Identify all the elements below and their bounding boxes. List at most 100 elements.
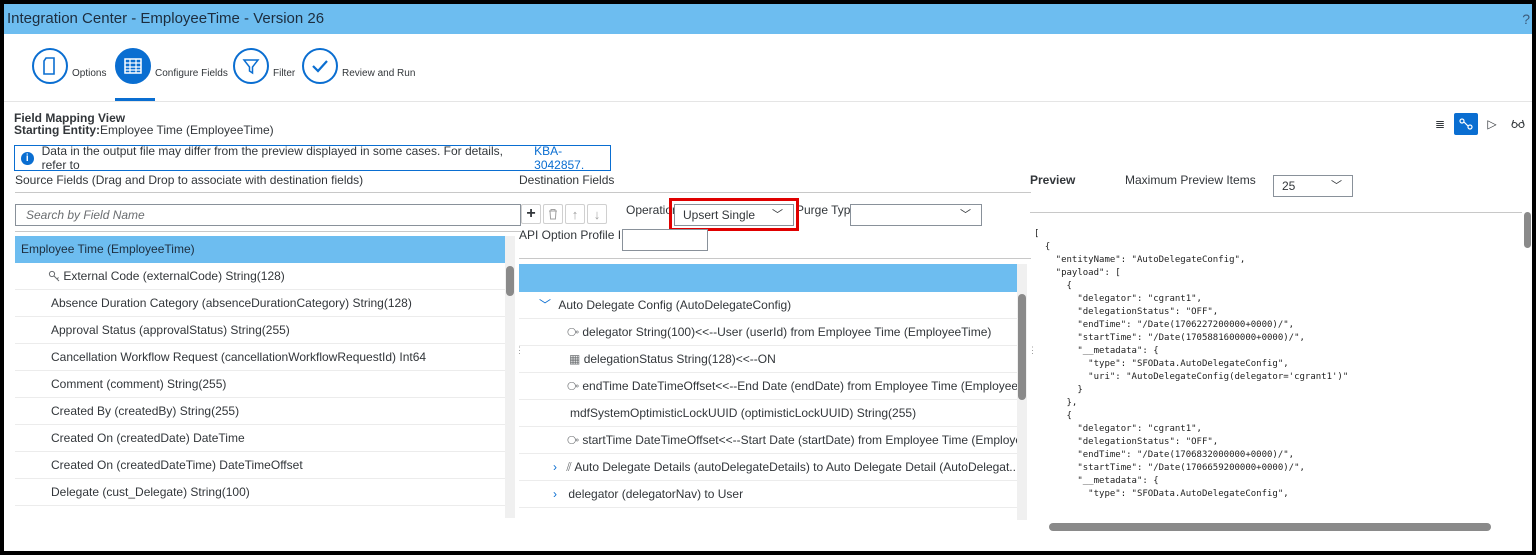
tree-node[interactable]: › ⫽ Auto Delegate Details (autoDelegateD…	[519, 454, 1017, 481]
step-options[interactable]: Options	[32, 46, 106, 86]
scrollbar-thumb[interactable]	[1524, 212, 1531, 248]
preview-json-line: "delegationStatus": "OFF",	[1034, 437, 1219, 447]
node-label: delegator (delegatorNav) to User	[568, 487, 744, 501]
preview-json-line: "__metadata": {	[1034, 346, 1159, 356]
source-search-input[interactable]: Search by Field Name	[15, 204, 521, 226]
info-message: Data in the output file may differ from …	[41, 144, 503, 172]
chevron-down-icon: ﹀	[960, 209, 971, 221]
preview-json-line: {	[1034, 411, 1072, 421]
source-fields-title: Source Fields (Drag and Drop to associat…	[15, 173, 364, 187]
help-icon[interactable]: ?	[1522, 4, 1530, 34]
purge-type-select[interactable]: ﹀	[850, 204, 982, 226]
preview-json-line: "startTime": "/Date(1705881600000+0000)/…	[1034, 333, 1305, 343]
list-item[interactable]: Absence Duration Category (absenceDurati…	[15, 290, 505, 317]
list-item[interactable]: ⧂ startTime DateTimeOffset<<--Start Date…	[519, 427, 1017, 454]
field-label: delegator String(100)<<--User (userId) f…	[582, 325, 992, 339]
preview-json-line: },	[1034, 398, 1078, 408]
step-configure-fields[interactable]: Configure Fields	[115, 46, 228, 101]
mapping-link-icon: ⧂	[567, 325, 580, 339]
filter-icon	[233, 48, 269, 84]
active-step-indicator	[115, 98, 155, 101]
preview-json-line: [	[1034, 229, 1040, 239]
list-item[interactable]: Created On (createdDateTime) DateTimeOff…	[15, 452, 505, 479]
info-message-strip: i Data in the output file may differ fro…	[14, 144, 611, 172]
document-icon	[32, 48, 68, 84]
chevron-down-icon[interactable]: ﹀	[539, 298, 551, 312]
tree-node[interactable]: › delegator (delegatorNav) to User	[519, 481, 1017, 508]
preview-json-line: "payload": [	[1034, 268, 1121, 278]
step-filter[interactable]: Filter	[233, 46, 295, 86]
divider	[1030, 212, 1530, 213]
step-review-and-run[interactable]: Review and Run	[302, 46, 415, 86]
divider	[15, 192, 521, 193]
preview-json-line: {	[1034, 242, 1051, 252]
destination-fields-title: Destination Fields	[519, 173, 615, 187]
mapping-link-icon: ⧂	[567, 379, 580, 393]
list-item[interactable]: External Code (externalCode) String(128)	[15, 263, 505, 290]
preview-title: Preview	[1030, 173, 1076, 187]
list-item[interactable]: Created By (createdBy) String(255)	[15, 398, 505, 425]
view-toolbar: ≣ ▷	[1428, 113, 1530, 135]
preview-json-line: "endTime": "/Date(1706832000000+0000)/",	[1034, 450, 1295, 460]
list-item[interactable]: Delegate (cust_Delegate) String(100)	[15, 479, 505, 506]
scrollbar-thumb[interactable]	[1018, 294, 1026, 400]
destination-toolbar: + ↑ ↓	[521, 204, 607, 224]
preview-json-line: "entityName": "AutoDelegateConfig",	[1034, 255, 1246, 265]
move-up-icon[interactable]: ↑	[565, 204, 585, 224]
key-icon	[48, 269, 63, 283]
preview-json-line: "__metadata": {	[1034, 476, 1159, 486]
node-label: Auto Delegate Config (AutoDelegateConfig…	[558, 298, 792, 312]
api-option-profile-input[interactable]	[622, 229, 708, 251]
preview-json-line: {	[1034, 281, 1072, 291]
starting-entity-label: Starting Entity:	[14, 123, 100, 137]
node-label: Auto Delegate Details (autoDelegateDetai…	[574, 460, 1017, 474]
list-item[interactable]: ▦ delegationStatus String(128)<<--ON	[519, 346, 1017, 373]
preview-json-line: "startTime": "/Date(1706659200000+0000)/…	[1034, 463, 1305, 473]
preview-json-line: "type": "SFOData.AutoDelegateConfig",	[1034, 359, 1289, 369]
destination-scrollbar[interactable]	[1017, 264, 1027, 520]
kba-link[interactable]: KBA-3042857.	[534, 144, 610, 172]
purge-type-label: Purge Type	[796, 203, 858, 217]
chevron-right-icon[interactable]: ›	[553, 487, 557, 501]
move-down-icon[interactable]: ↓	[587, 204, 607, 224]
highlight-box	[669, 198, 799, 231]
list-item[interactable]: Approval Status (approvalStatus) String(…	[15, 317, 505, 344]
step-label: Options	[72, 67, 107, 79]
table-icon	[115, 48, 151, 84]
chevron-down-icon: ﹀	[1331, 180, 1342, 192]
list-item[interactable]: ⧂ delegator String(100)<<--User (userId)…	[519, 319, 1017, 346]
field-label: External Code (externalCode) String(128)	[63, 269, 285, 283]
max-preview-select[interactable]: 25 ﹀	[1273, 175, 1353, 197]
preview-glasses-icon[interactable]	[1506, 113, 1530, 135]
preview-horizontal-scrollbar[interactable]	[1049, 523, 1491, 531]
list-item[interactable]: Cancellation Workflow Request (cancellat…	[15, 344, 505, 371]
preview-json-line: "delegator": "cgrant1",	[1034, 294, 1202, 304]
field-label: delegationStatus String(128)<<--ON	[583, 352, 776, 366]
list-item[interactable]: Created On (createdDate) DateTime	[15, 425, 505, 452]
chevron-right-icon[interactable]: ›	[553, 460, 557, 474]
tree-node[interactable]: ﹀ Auto Delegate Config (AutoDelegateConf…	[519, 292, 1017, 319]
preview-json-line: "delegationStatus": "OFF",	[1034, 307, 1219, 317]
preview-vertical-scrollbar[interactable]	[1522, 209, 1532, 521]
delete-icon[interactable]	[543, 204, 563, 224]
add-icon[interactable]: +	[521, 204, 541, 224]
destination-header-row	[519, 264, 1017, 292]
max-preview-value: 25	[1282, 179, 1296, 193]
mapping-view-icon[interactable]	[1454, 113, 1478, 135]
list-view-icon[interactable]: ≣	[1428, 113, 1452, 135]
preview-json: [ { "entityName": "AutoDelegateConfig", …	[1034, 228, 1348, 501]
scrollbar-thumb[interactable]	[506, 266, 514, 296]
app-window: Integration Center - EmployeeTime - Vers…	[4, 4, 1532, 551]
preview-json-line: "endTime": "/Date(1706227200000+0000)/",	[1034, 320, 1295, 330]
list-item[interactable]: ⧂ endTime DateTimeOffset<<--End Date (en…	[519, 373, 1017, 400]
starting-entity: Starting Entity:Employee Time (EmployeeT…	[14, 123, 274, 137]
title-bar: Integration Center - EmployeeTime - Vers…	[4, 4, 1532, 34]
calculator-icon: ▦	[569, 352, 581, 366]
divider	[519, 192, 1031, 193]
source-root-entity[interactable]: Employee Time (EmployeeTime)	[15, 236, 505, 263]
play-icon[interactable]: ▷	[1480, 113, 1504, 135]
list-item[interactable]: mdfSystemOptimisticLockUUID (optimisticL…	[519, 400, 1017, 427]
max-preview-label: Maximum Preview Items	[1125, 173, 1256, 187]
list-item[interactable]: Comment (comment) String(255)	[15, 371, 505, 398]
source-scrollbar[interactable]	[505, 236, 515, 518]
